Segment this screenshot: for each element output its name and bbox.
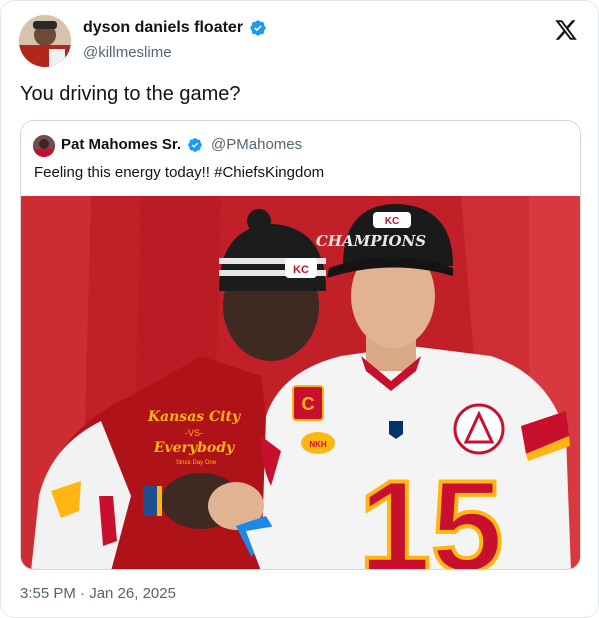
- jacket-text-4: Since Day One: [176, 460, 217, 466]
- author-name-row: dyson daniels floater: [83, 19, 267, 37]
- jacket-text-3: Everybody: [153, 440, 235, 456]
- cap-text: CHAMPIONS: [316, 232, 426, 250]
- jacket-text-1: Kansas City: [147, 409, 241, 425]
- verified-badge-icon: [188, 137, 202, 152]
- quoted-tweet[interactable]: Pat Mahomes Sr. @PMahomes Feeling this e…: [20, 120, 581, 570]
- verified-badge-icon: [250, 20, 266, 36]
- x-logo-icon[interactable]: [554, 18, 578, 42]
- author-handle[interactable]: @killmeslime: [83, 44, 172, 61]
- quoted-author-avatar[interactable]: [33, 135, 55, 157]
- tweet-card: dyson daniels floater @killmeslime You d…: [0, 0, 599, 618]
- quoted-text: Feeling this energy today!! #ChiefsKingd…: [34, 164, 325, 181]
- quoted-photo[interactable]: KC Kansas City -VS- Everybody Since Day …: [21, 196, 581, 570]
- quoted-handle[interactable]: @PMahomes: [211, 136, 302, 153]
- nkh-patch: NKH: [309, 440, 327, 449]
- tweet-timestamp[interactable]: 3:55 PM · Jan 26, 2025: [20, 585, 176, 602]
- jacket-text-2: -VS-: [185, 428, 203, 438]
- tweet-text: You driving to the game?: [20, 83, 241, 105]
- svg-text:KC: KC: [385, 216, 399, 227]
- jersey-number: 15: [359, 453, 504, 570]
- captain-patch: C: [302, 394, 315, 414]
- quoted-display-name[interactable]: Pat Mahomes Sr.: [61, 136, 181, 153]
- author-avatar[interactable]: [19, 15, 71, 67]
- quoted-name-row: Pat Mahomes Sr. @PMahomes: [61, 136, 302, 153]
- svg-text:KC: KC: [293, 264, 309, 276]
- author-display-name[interactable]: dyson daniels floater: [83, 19, 243, 37]
